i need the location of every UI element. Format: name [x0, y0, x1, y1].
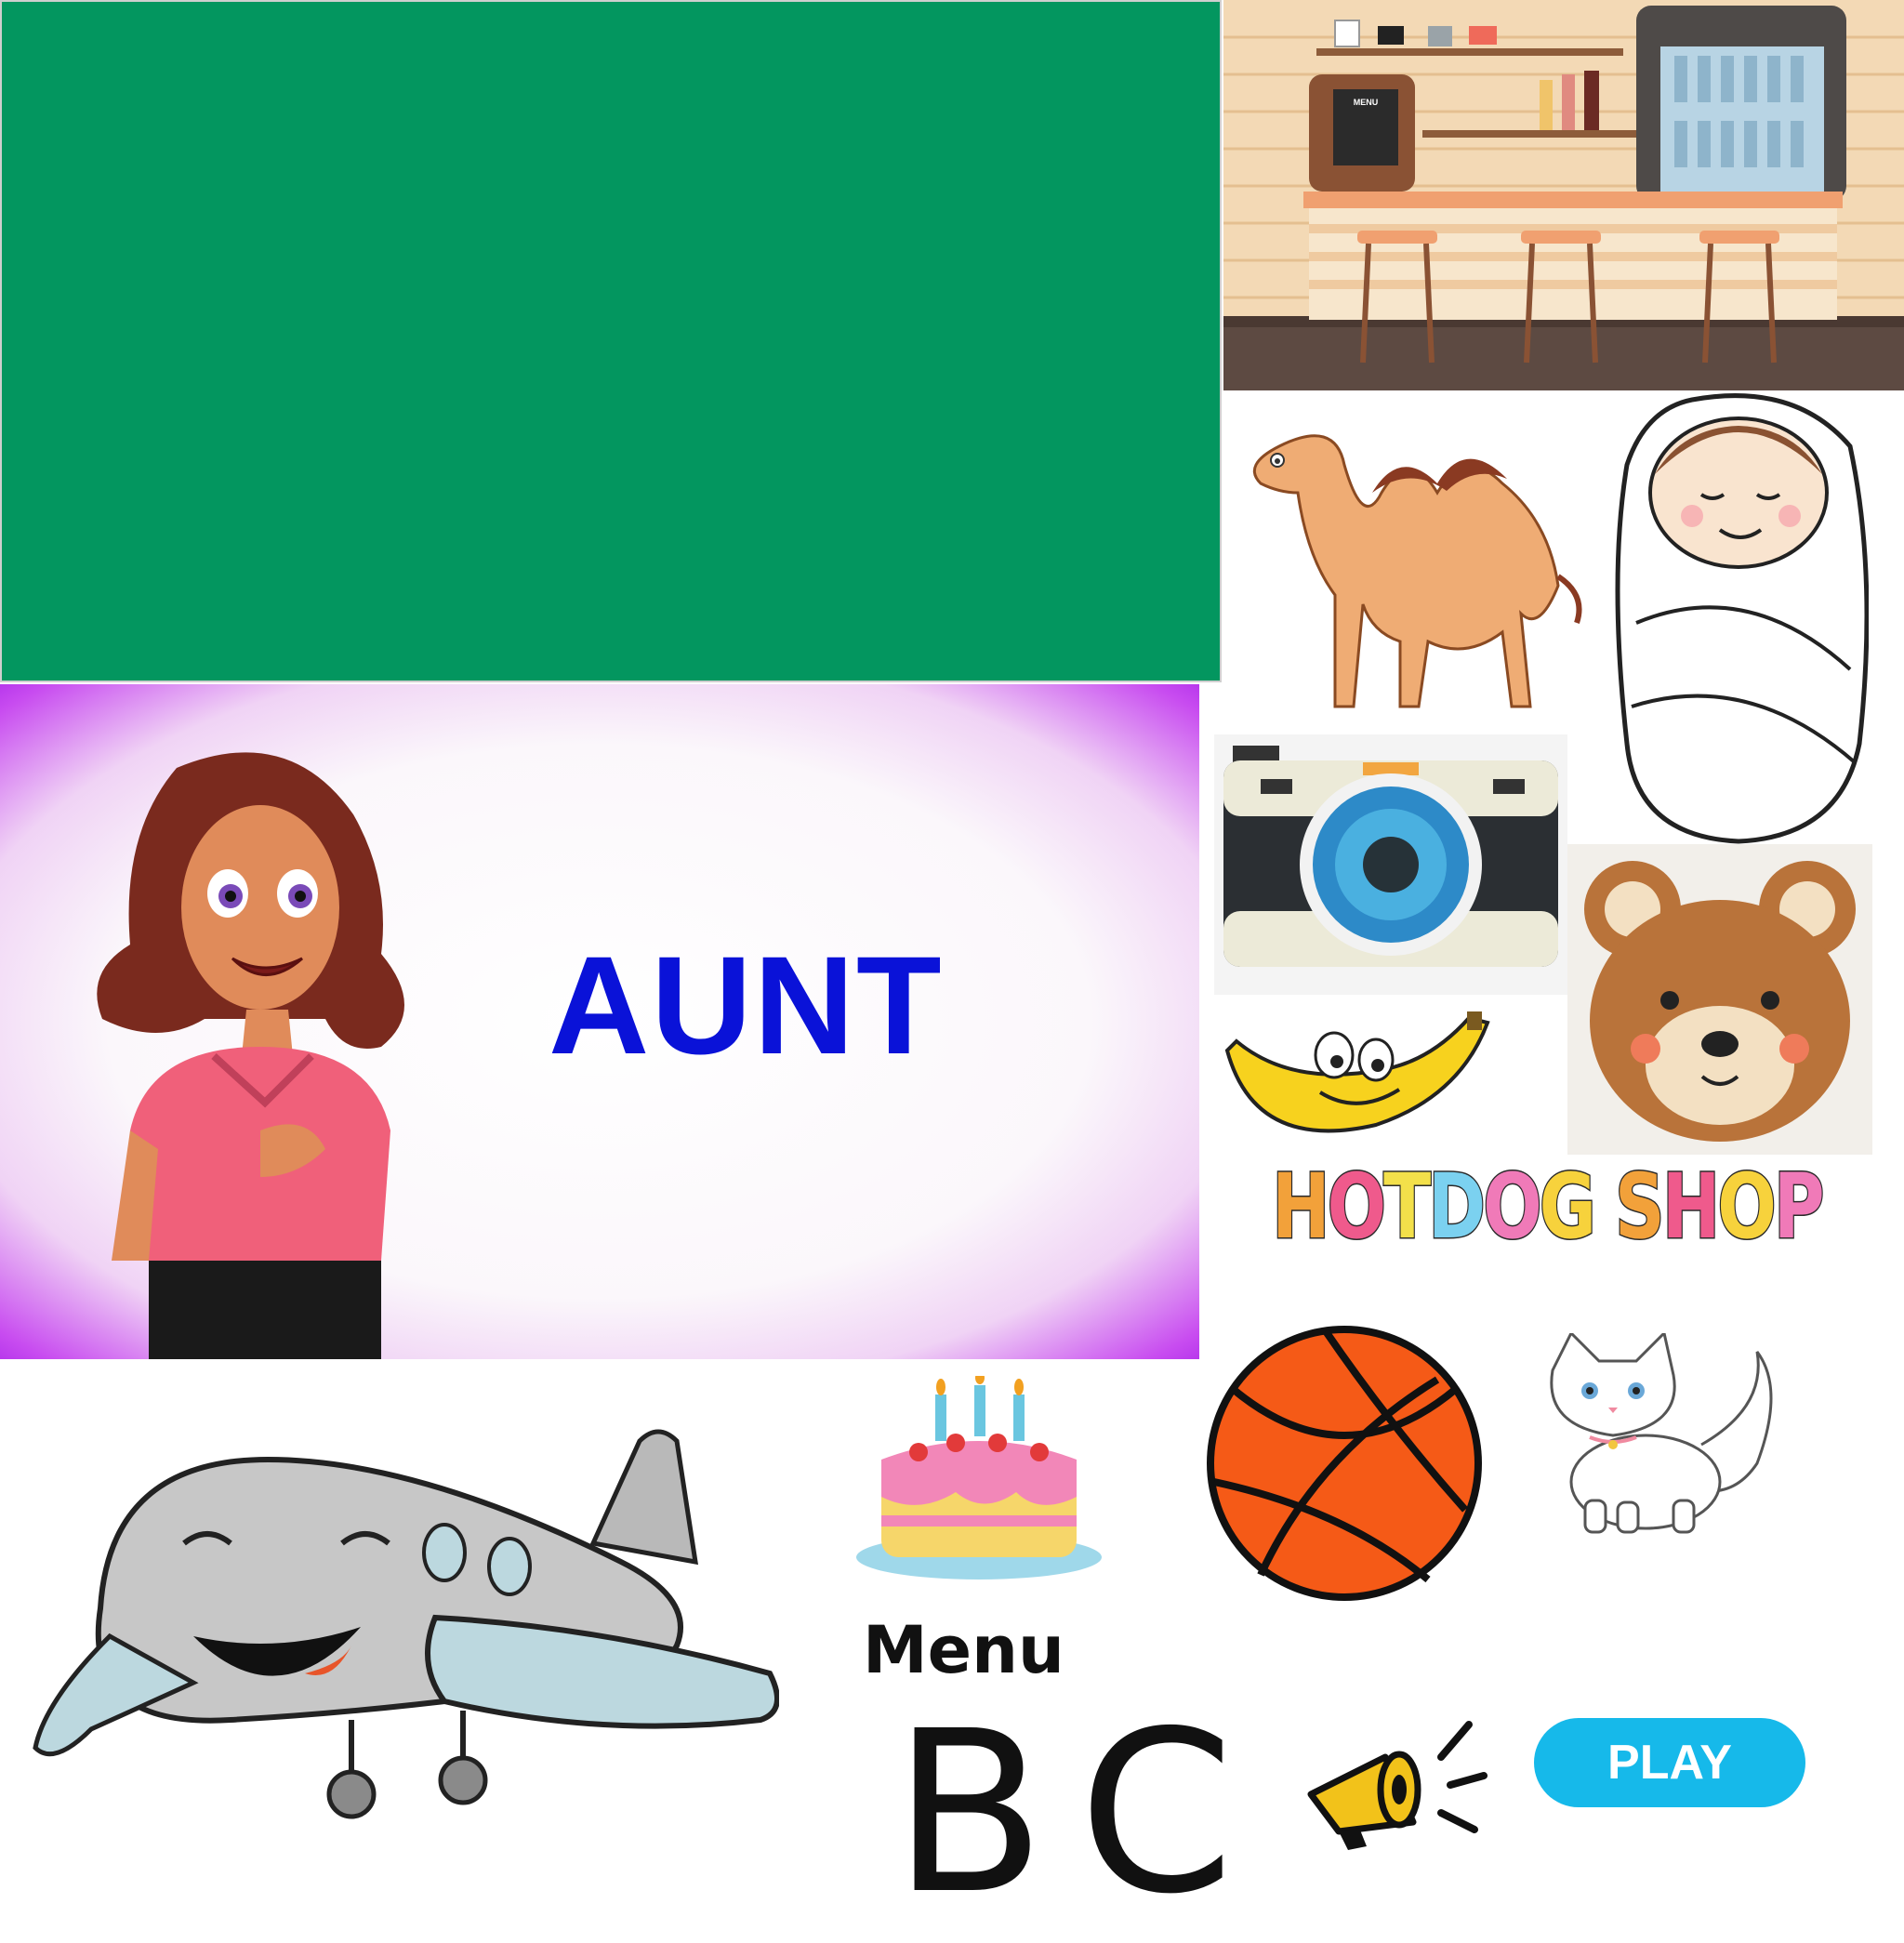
- cafe-scene[interactable]: MENU: [1223, 0, 1904, 390]
- hotdog-title-char: O: [1326, 1154, 1387, 1261]
- hotdog-title-char: [1593, 1155, 1615, 1259]
- hotdog-title-char: G: [1538, 1154, 1597, 1261]
- baby-picture[interactable]: [1608, 390, 1869, 846]
- green-board-panel[interactable]: [0, 0, 1222, 682]
- camera-picture[interactable]: [1214, 734, 1567, 995]
- letter-c[interactable]: C: [1078, 1701, 1235, 1924]
- camel-picture[interactable]: [1223, 390, 1595, 734]
- hotdog-shop-title[interactable]: HOTDOG SHOP: [1271, 1151, 1826, 1262]
- aunt-word-card[interactable]: AUNT: [0, 684, 1199, 1359]
- hotdog-title-char: S: [1614, 1154, 1666, 1261]
- aunt-word: AUNT: [549, 927, 944, 1083]
- birthday-cake-picture[interactable]: [853, 1376, 1104, 1580]
- hotdog-title-char: O: [1482, 1154, 1543, 1261]
- cafe-menu-board-text: MENU: [1354, 98, 1379, 107]
- hotdog-title-char: H: [1271, 1154, 1331, 1261]
- teddy-bear-picture[interactable]: [1567, 844, 1872, 1155]
- hotdog-title-char: H: [1661, 1154, 1722, 1261]
- letter-b[interactable]: B: [892, 1701, 1046, 1924]
- basketball-picture[interactable]: [1205, 1324, 1484, 1603]
- banana-picture[interactable]: [1218, 1004, 1497, 1162]
- hotdog-title-char: P: [1773, 1154, 1826, 1261]
- white-kitten-picture[interactable]: [1534, 1333, 1776, 1538]
- hotdog-title-char: O: [1716, 1154, 1778, 1261]
- menu-button[interactable]: Menu: [863, 1618, 1064, 1683]
- airplane-picture[interactable]: [26, 1404, 779, 1822]
- play-button[interactable]: PLAY: [1534, 1718, 1805, 1807]
- megaphone-icon[interactable]: [1302, 1720, 1488, 1850]
- hotdog-title-char: T: [1382, 1154, 1432, 1261]
- hotdog-title-char: D: [1427, 1154, 1487, 1261]
